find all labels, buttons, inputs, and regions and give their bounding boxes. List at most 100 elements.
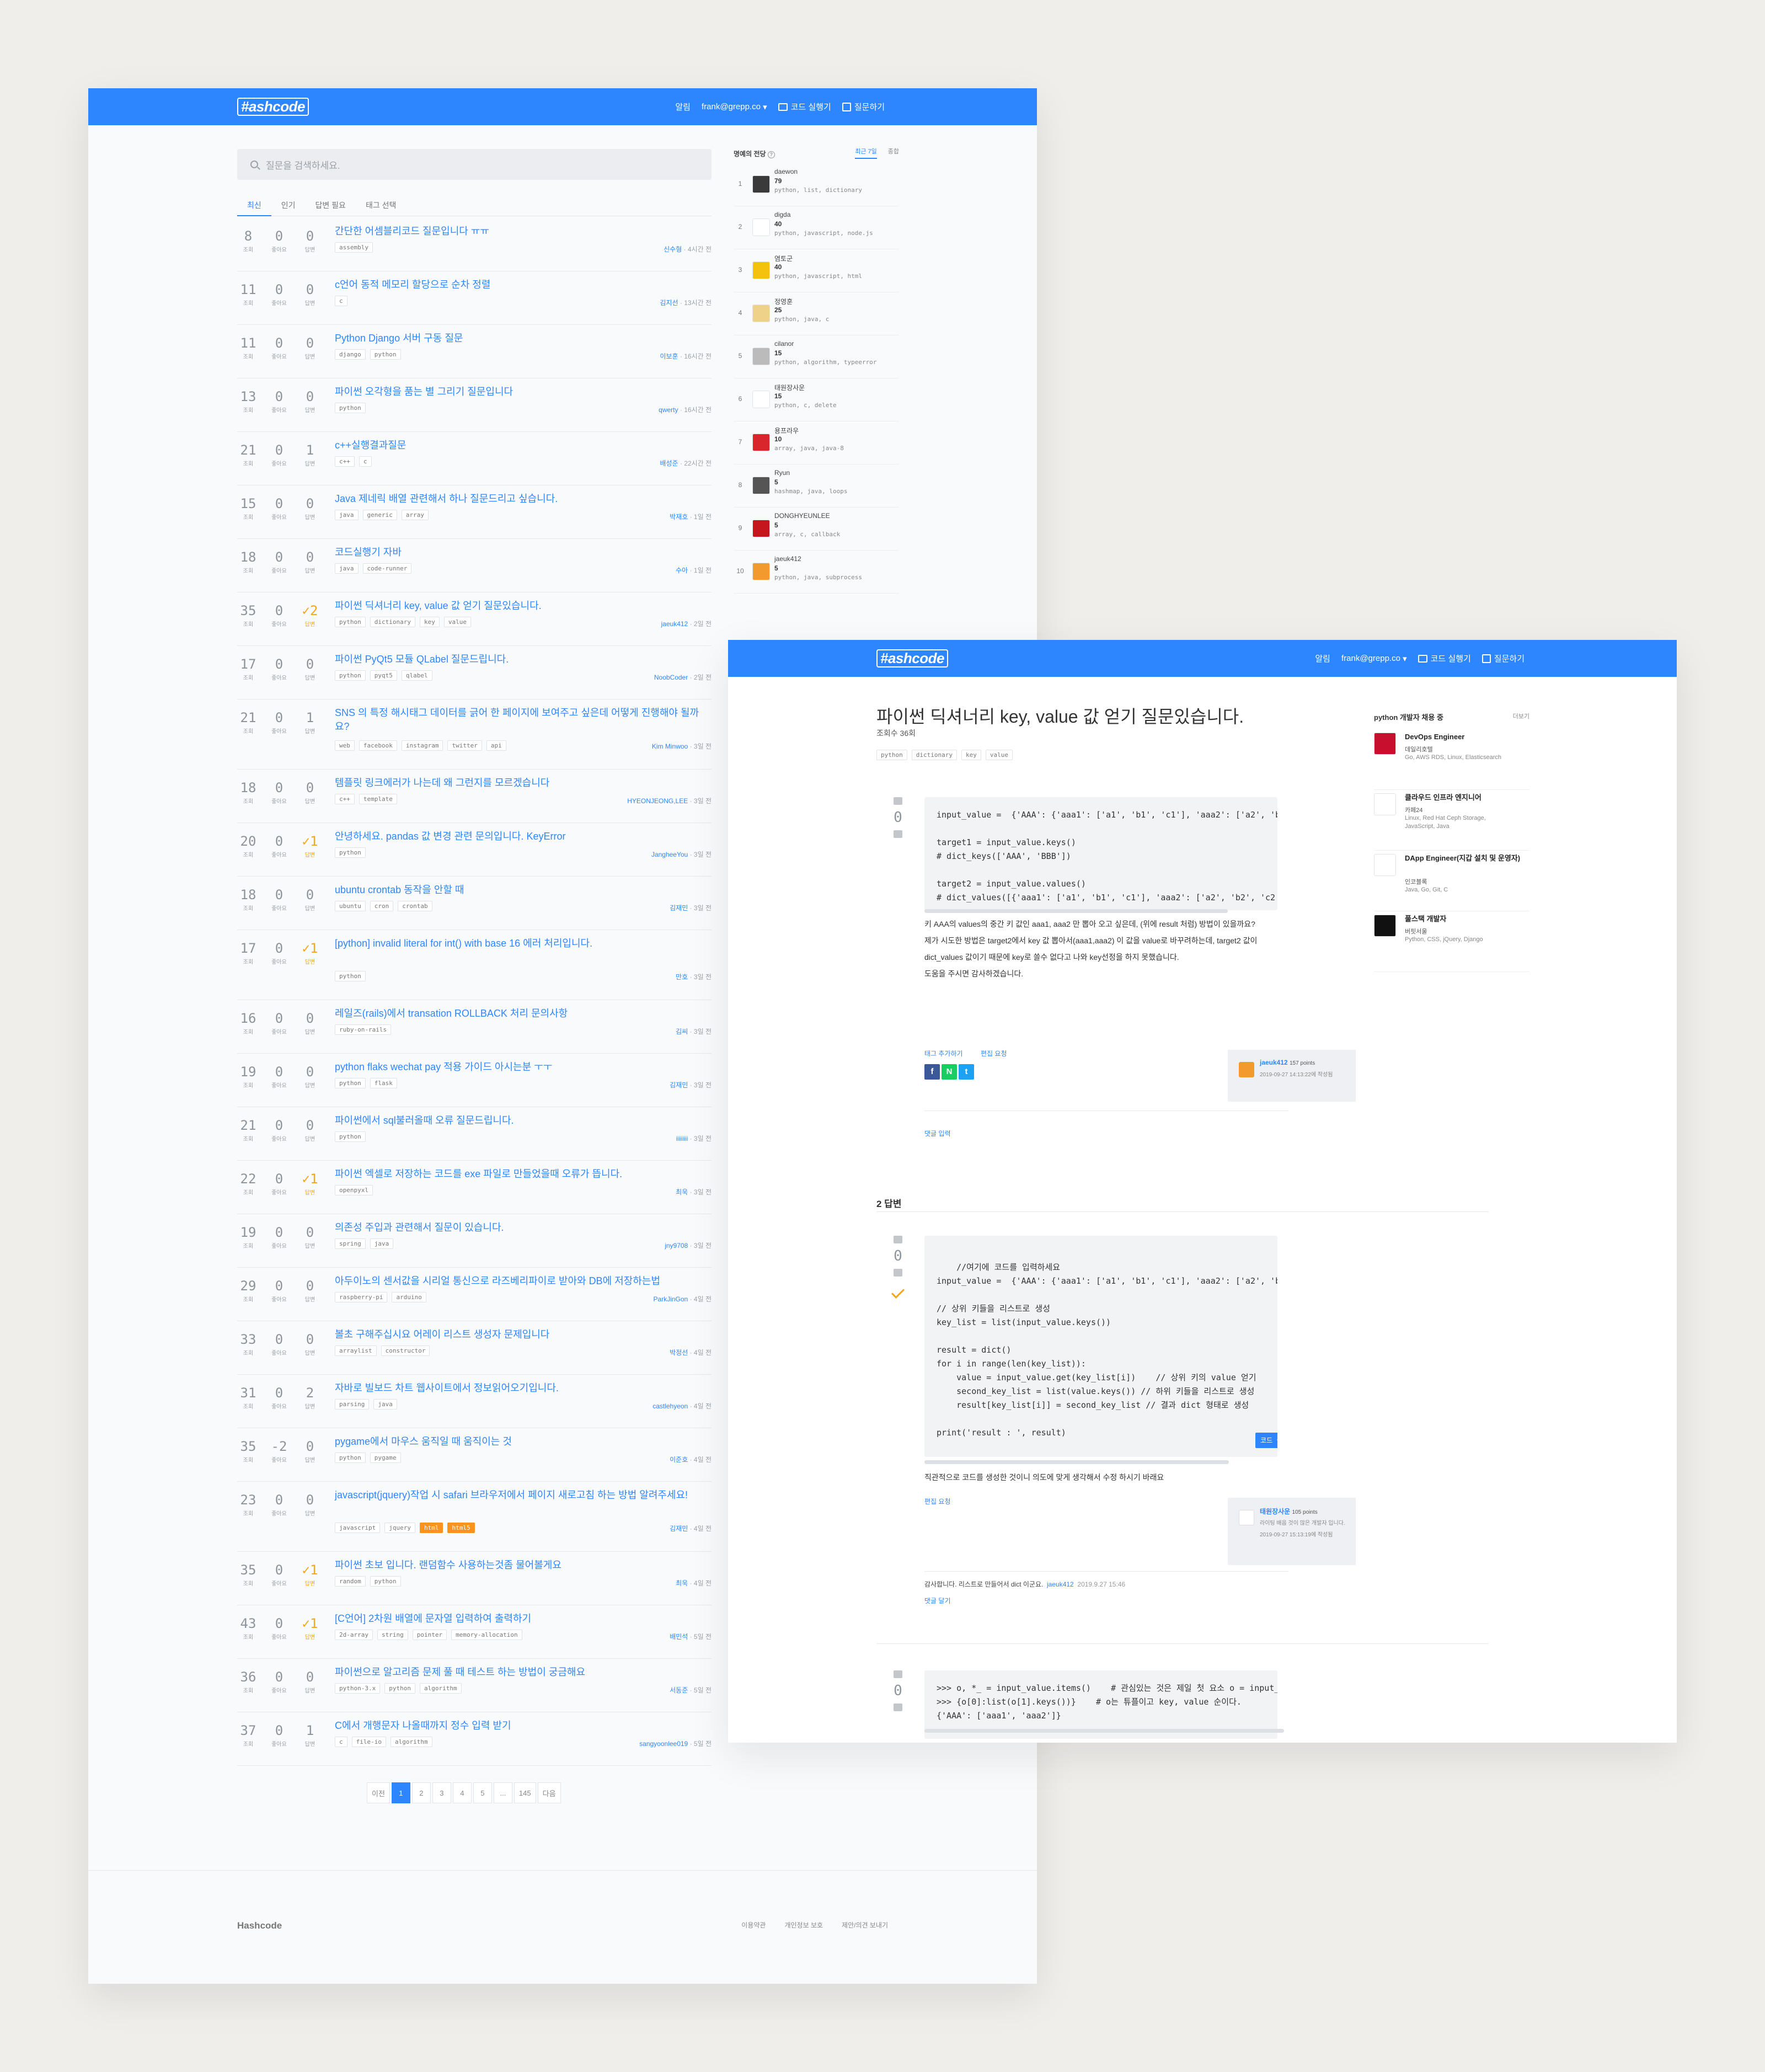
tag[interactable]: python <box>370 1576 401 1587</box>
tag[interactable]: ubuntu <box>335 901 366 911</box>
tag[interactable]: python-3.x <box>335 1683 381 1694</box>
code-scrollbar[interactable] <box>924 1729 1284 1733</box>
avatar[interactable] <box>1239 1510 1254 1525</box>
tag[interactable]: 2d-array <box>335 1630 373 1640</box>
question-row[interactable]: 18 조회 0 좋아요 0 답변 템플릿 링크에러가 나는데 왜 그런지를 모르겠습니다 c+… <box>237 770 712 823</box>
question-row[interactable]: 15 조회 0 좋아요 0 답변 Java 제네릭 배열 관련해서 하나 질문드리고 싶습니… <box>237 485 712 539</box>
tag[interactable]: openpyxl <box>335 1185 373 1195</box>
tag[interactable]: array <box>401 510 429 520</box>
tag[interactable]: c <box>335 1737 347 1747</box>
tag[interactable]: parsing <box>335 1399 370 1409</box>
tag[interactable]: assembly <box>335 242 373 253</box>
question-row[interactable]: 8 조회 0 좋아요 0 답변 간단한 어셈블리코드 질문입니다 ㅠㅠ assembly 신수형… <box>237 218 712 271</box>
prev-page-button[interactable]: 이전 <box>367 1782 390 1803</box>
tag[interactable]: dictionary <box>370 617 415 627</box>
question-row[interactable]: 18 조회 0 좋아요 0 답변 코드실행기 자바 java code-runner 수아 · 1… <box>237 539 712 592</box>
question-row[interactable]: 13 조회 0 좋아요 0 답변 파이썬 오각형을 품는 별 그리기 질문입니다 python… <box>237 378 712 432</box>
tag[interactable]: python <box>335 403 366 413</box>
job-title[interactable]: 클라우드 인프라 엔지니어 <box>1405 792 1526 803</box>
ranking-item[interactable]: 9 DONGHYEUNLEE 5 array, c, callback <box>734 508 899 551</box>
question-title[interactable]: c언어 동적 메모리 할당으로 순차 정렬 <box>335 278 710 292</box>
job-listing[interactable]: 풀스택 개발자 버핏서울 Python, CSS, jQuery, Django <box>1374 911 1529 972</box>
tag[interactable]: key <box>961 750 981 760</box>
tag[interactable]: dictionary <box>911 750 957 760</box>
question-title[interactable]: 코드실행기 자바 <box>335 546 710 559</box>
question-title[interactable]: 자바로 빌보드 차트 웹사이트에서 정보읽어오기입니다. <box>335 1381 710 1395</box>
tag[interactable]: python <box>335 971 366 981</box>
question-title[interactable]: javascript(jquery)작업 시 safari 브라우저에서 페이지… <box>335 1488 710 1502</box>
tag[interactable]: javascript <box>335 1523 381 1533</box>
ranking-item[interactable]: 3 염토군 40 python, javascript, html <box>734 249 899 292</box>
user-name[interactable]: Ryun <box>774 469 790 477</box>
question-row[interactable]: 23 조회 0 좋아요 0 답변 javascript(jquery)작업 시 safari… <box>237 1482 712 1552</box>
question-title[interactable]: 레일즈(rails)에서 transation ROLLBACK 처리 문의사항 <box>335 1007 710 1021</box>
logo[interactable]: #ashcode <box>237 98 309 116</box>
page-button[interactable]: 1 <box>391 1782 410 1803</box>
user-name[interactable]: digda <box>774 211 790 218</box>
user-name[interactable]: 염토군 <box>774 254 793 263</box>
tag[interactable]: key <box>419 617 440 627</box>
tag[interactable]: web <box>335 740 355 751</box>
question-title[interactable]: 안녕하세요. pandas 값 변경 관련 문의입니다. KeyError <box>335 830 710 843</box>
question-row[interactable]: 31 조회 0 좋아요 2 답변 자바로 빌보드 차트 웹사이트에서 정보읽어오기입니다. p… <box>237 1375 712 1428</box>
ranking-item[interactable]: 10 jaeuk412 5 python, java, subprocess <box>734 551 899 594</box>
tag[interactable]: memory-allocation <box>451 1630 522 1640</box>
tag[interactable]: facebook <box>359 740 397 751</box>
job-listing[interactable]: DApp Engineer(지갑 설치 및 운영자) 인코블록 Java, Go, … <box>1374 851 1529 911</box>
edit-request-link[interactable]: 편집 요청 <box>981 1049 1007 1058</box>
comment-author[interactable]: jaeuk412 <box>1047 1580 1074 1588</box>
tag[interactable]: twitter <box>447 740 482 751</box>
answerer-name[interactable]: 태원장사운 <box>1260 1508 1290 1515</box>
tab-overall[interactable]: 종합 <box>888 147 899 159</box>
user-name[interactable]: 정영훈 <box>774 297 793 306</box>
asker-name[interactable]: jaeuk412 <box>1260 1059 1288 1066</box>
question-row[interactable]: 35 조회 -2 좋아요 0 답변 pygame에서 마우스 움직일 때 움직이는 것 pyt… <box>237 1428 712 1482</box>
user-name[interactable]: daewon <box>774 168 798 175</box>
tag[interactable]: python <box>370 349 401 360</box>
question-row[interactable]: 18 조회 0 좋아요 0 답변 ubuntu crontab 동작을 안할 때 ubuntu… <box>237 877 712 930</box>
comment-input-link[interactable]: 댓글 입력 <box>924 1129 951 1138</box>
question-row[interactable]: 21 조회 0 좋아요 1 답변 c++실행결과질문 c++ c 배성준 · 22시간 전 <box>237 432 712 485</box>
tag[interactable]: html <box>419 1523 443 1533</box>
tag[interactable]: python <box>335 1131 366 1142</box>
question-title[interactable]: Java 제네릭 배열 관련해서 하나 질문드리고 싶습니다. <box>335 492 710 506</box>
tag[interactable]: api <box>486 740 506 751</box>
tag[interactable]: qlabel <box>401 670 432 681</box>
tag[interactable]: python <box>335 617 366 627</box>
question-row[interactable]: 17 조회 0 좋아요 ✓1 답변 [python] invalid literal for… <box>237 930 712 1000</box>
code-runner-link[interactable]: 코드 실행기 <box>1418 653 1471 664</box>
user-name[interactable]: jaeuk412 <box>774 555 801 563</box>
question-title[interactable]: 간단한 어셈블리코드 질문입니다 ㅠㅠ <box>335 225 710 238</box>
question-title[interactable]: [C언어] 2차원 배열에 문자열 입력하여 출력하기 <box>335 1612 710 1626</box>
tag[interactable]: file-io <box>351 1737 386 1747</box>
question-title[interactable]: 파이썬 PyQt5 모듈 QLabel 질문드립니다. <box>335 653 710 666</box>
tag[interactable]: c <box>335 296 347 306</box>
page-button[interactable]: 3 <box>432 1782 451 1803</box>
tab-latest[interactable]: 최신 <box>237 199 271 216</box>
page-button[interactable]: 4 <box>452 1782 472 1803</box>
question-title[interactable]: Python Django 서버 구동 질문 <box>335 332 710 345</box>
job-title[interactable]: DApp Engineer(지갑 설치 및 운영자) <box>1405 853 1526 864</box>
question-row[interactable]: 19 조회 0 좋아요 0 답변 python flaks wechat pay 적용 가이… <box>237 1054 712 1107</box>
tag[interactable]: constructor <box>381 1345 430 1356</box>
add-comment-link[interactable]: 댓글 달기 <box>924 1596 951 1605</box>
terms-link[interactable]: 이용약관 <box>741 1920 766 1930</box>
next-page-button[interactable]: 다음 <box>537 1782 561 1803</box>
tag[interactable]: html5 <box>447 1523 475 1533</box>
feedback-link[interactable]: 제안/의견 보내기 <box>842 1920 888 1930</box>
question-title[interactable]: 아두이노의 센서값을 시리얼 통신으로 라즈베리파이로 받아와 DB에 저장하는… <box>335 1274 710 1288</box>
tag[interactable]: c++ <box>335 456 355 467</box>
more-jobs-link[interactable]: 더보기 <box>1513 712 1529 720</box>
code-runner-link[interactable]: 코드 실행기 <box>778 101 831 113</box>
tag[interactable]: flask <box>370 1078 397 1088</box>
thumbs-down-icon[interactable] <box>894 830 902 838</box>
tag[interactable]: pyqt5 <box>370 670 397 681</box>
tag[interactable]: value <box>985 750 1013 760</box>
question-row[interactable]: 37 조회 0 좋아요 1 답변 C에서 개행문자 나올때까지 정수 입력 받기 c file-… <box>237 1712 712 1766</box>
tag[interactable]: arraylist <box>335 1345 377 1356</box>
user-menu[interactable]: frank@grepp.co ▾ <box>702 102 767 112</box>
tag[interactable]: string <box>377 1630 408 1640</box>
user-name[interactable]: 용프라우 <box>774 426 799 435</box>
question-row[interactable]: 21 조회 0 좋아요 0 답변 파이썬에서 sql불러올때 오류 질문드립니다. pytho… <box>237 1107 712 1161</box>
question-row[interactable]: 33 조회 0 좋아요 0 답변 볼초 구해주십시요 어레이 리스트 생성자 문제입니다 ar… <box>237 1321 712 1375</box>
